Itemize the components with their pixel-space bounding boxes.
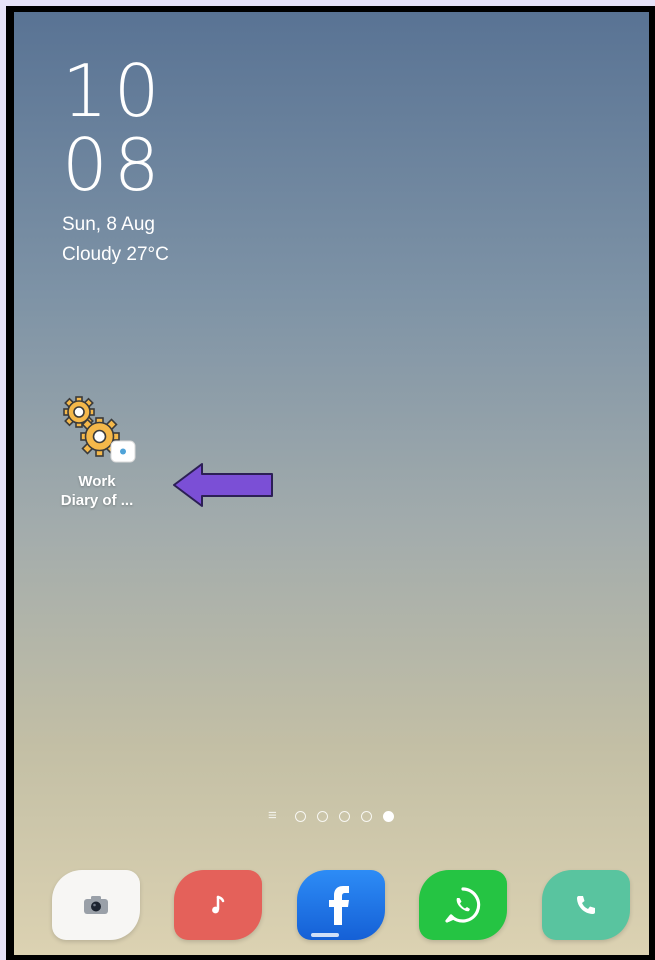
page-dot xyxy=(339,810,350,822)
shortcut-label-line1: Work xyxy=(78,473,116,490)
facebook-app[interactable] xyxy=(297,870,385,940)
app-dock xyxy=(52,870,630,940)
clock-hour: 10 xyxy=(62,49,166,133)
whatsapp-app[interactable] xyxy=(419,870,507,940)
music-note-icon xyxy=(212,895,225,914)
camera-app[interactable] xyxy=(52,870,140,940)
page-dot xyxy=(361,810,372,822)
date-text: Sun, 8 Aug xyxy=(62,214,155,235)
phone-app[interactable] xyxy=(542,870,630,940)
page-dot xyxy=(317,810,328,822)
clock-minute: 08 xyxy=(62,123,166,207)
home-gesture-bar[interactable] xyxy=(311,933,339,937)
clock-widget[interactable]: 10 08 Sun, 8 Aug Cloudy 27°C xyxy=(62,54,169,270)
work-diary-shortcut[interactable]: Work Diary of ... xyxy=(42,394,152,510)
weather-text: Cloudy 27°C xyxy=(62,244,169,265)
phone-icon xyxy=(577,896,595,914)
page-dot xyxy=(295,810,306,822)
menu-lines-icon: ≡ xyxy=(268,807,277,824)
shortcut-label-line2: Diary of ... xyxy=(60,492,134,509)
page-indicator[interactable]: ≡ xyxy=(268,807,394,824)
gears-icon xyxy=(57,394,137,464)
left-arrow-icon xyxy=(172,462,274,513)
music-app[interactable] xyxy=(174,870,262,940)
camera-icon xyxy=(84,896,108,914)
page-dot-active xyxy=(383,810,394,822)
facebook-icon xyxy=(329,886,349,925)
whatsapp-icon xyxy=(445,887,481,923)
home-screen: 10 08 Sun, 8 Aug Cloudy 27°C Work Diary … xyxy=(14,12,649,955)
